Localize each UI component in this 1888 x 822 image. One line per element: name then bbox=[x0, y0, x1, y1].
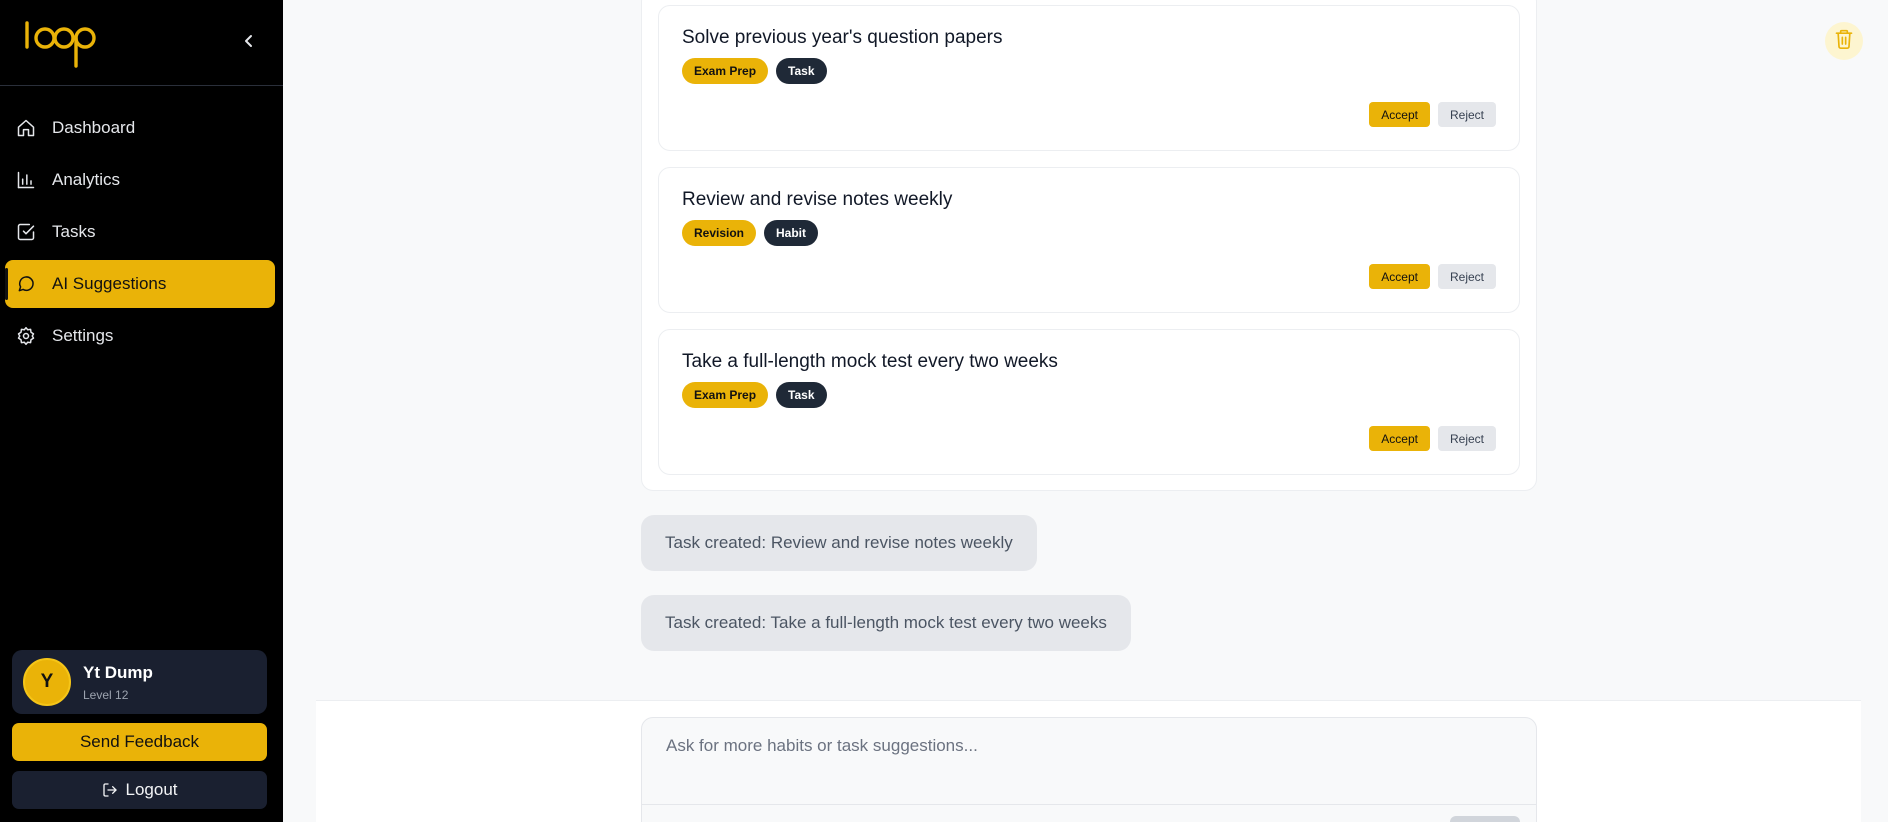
suggestion-actions: Accept Reject bbox=[1369, 102, 1496, 127]
suggestion-title: Review and revise notes weekly bbox=[682, 189, 953, 210]
sidebar-item-label: AI Suggestions bbox=[52, 274, 167, 293]
avatar: Y bbox=[23, 658, 71, 706]
category-tag: Exam Prep bbox=[682, 58, 769, 84]
clear-chat-button[interactable] bbox=[1825, 22, 1863, 60]
type-tag: Task bbox=[776, 58, 827, 84]
suggestion-tags: Revision Habit bbox=[682, 220, 819, 246]
sidebar-item-settings[interactable]: Settings bbox=[5, 312, 275, 360]
composer-divider bbox=[642, 804, 1536, 805]
sidebar-item-ai-suggestions[interactable]: AI Suggestions bbox=[5, 260, 275, 308]
sidebar-item-dashboard[interactable]: Dashboard bbox=[5, 104, 275, 152]
accept-button[interactable]: Accept bbox=[1369, 264, 1430, 289]
accept-button[interactable]: Accept bbox=[1369, 102, 1430, 127]
sidebar-item-tasks[interactable]: Tasks bbox=[5, 208, 275, 256]
chat-input[interactable] bbox=[642, 718, 1536, 804]
chat-composer bbox=[641, 717, 1537, 822]
sidebar: Dashboard Analytics Tasks AI Suggestions… bbox=[0, 0, 283, 822]
home-icon bbox=[15, 117, 37, 139]
loop-logo[interactable] bbox=[24, 18, 114, 70]
sidebar-nav: Dashboard Analytics Tasks AI Suggestions… bbox=[0, 104, 283, 364]
suggestions-panel: Solve previous year's question papers Ex… bbox=[641, 0, 1537, 491]
suggestion-tags: Exam Prep Task bbox=[682, 382, 827, 408]
category-tag: Exam Prep bbox=[682, 382, 769, 408]
user-level: Level 12 bbox=[83, 687, 129, 702]
sidebar-item-label: Analytics bbox=[52, 170, 121, 189]
chat-message: Task created: Take a full-length mock te… bbox=[641, 595, 1131, 651]
suggestion-actions: Accept Reject bbox=[1369, 426, 1496, 451]
category-tag: Revision bbox=[682, 220, 757, 246]
trash-icon bbox=[1834, 28, 1854, 55]
user-meta: Yt Dump Level 12 bbox=[83, 663, 153, 702]
user-name: Yt Dump bbox=[83, 662, 153, 682]
sidebar-item-label: Dashboard bbox=[52, 118, 136, 137]
send-button[interactable] bbox=[1450, 816, 1520, 822]
bar-chart-icon bbox=[15, 169, 37, 191]
sidebar-item-label: Tasks bbox=[52, 222, 96, 241]
gear-icon bbox=[15, 325, 37, 347]
accept-button[interactable]: Accept bbox=[1369, 426, 1430, 451]
logout-icon bbox=[102, 782, 118, 798]
logout-label: Logout bbox=[125, 780, 178, 799]
check-square-icon bbox=[15, 221, 37, 243]
sidebar-item-analytics[interactable]: Analytics bbox=[5, 156, 275, 204]
main-content: Solve previous year's question papers Ex… bbox=[283, 0, 1888, 822]
logout-button[interactable]: Logout bbox=[12, 771, 267, 809]
reject-button[interactable]: Reject bbox=[1437, 264, 1496, 289]
user-profile-card[interactable]: Y Yt Dump Level 12 bbox=[12, 650, 267, 714]
reject-button[interactable]: Reject bbox=[1437, 426, 1496, 451]
chevron-left-icon bbox=[243, 33, 255, 54]
suggestion-actions: Accept Reject bbox=[1369, 264, 1496, 289]
sidebar-divider bbox=[0, 85, 283, 86]
message-circle-icon bbox=[15, 273, 37, 295]
suggestion-card: Review and revise notes weekly Revision … bbox=[658, 167, 1520, 313]
suggestion-title: Take a full-length mock test every two w… bbox=[682, 351, 1058, 372]
send-feedback-button[interactable]: Send Feedback bbox=[12, 723, 267, 761]
reject-button[interactable]: Reject bbox=[1437, 102, 1496, 127]
sidebar-item-label: Settings bbox=[52, 326, 114, 345]
suggestion-card: Solve previous year's question papers Ex… bbox=[658, 5, 1520, 151]
collapse-sidebar-button[interactable] bbox=[238, 30, 260, 56]
suggestion-title: Solve previous year's question papers bbox=[682, 27, 1003, 48]
type-tag: Task bbox=[776, 382, 827, 408]
type-tag: Habit bbox=[764, 220, 819, 246]
suggestion-card: Take a full-length mock test every two w… bbox=[658, 329, 1520, 475]
chat-message: Task created: Review and revise notes we… bbox=[641, 515, 1037, 571]
suggestion-tags: Exam Prep Task bbox=[682, 58, 827, 84]
